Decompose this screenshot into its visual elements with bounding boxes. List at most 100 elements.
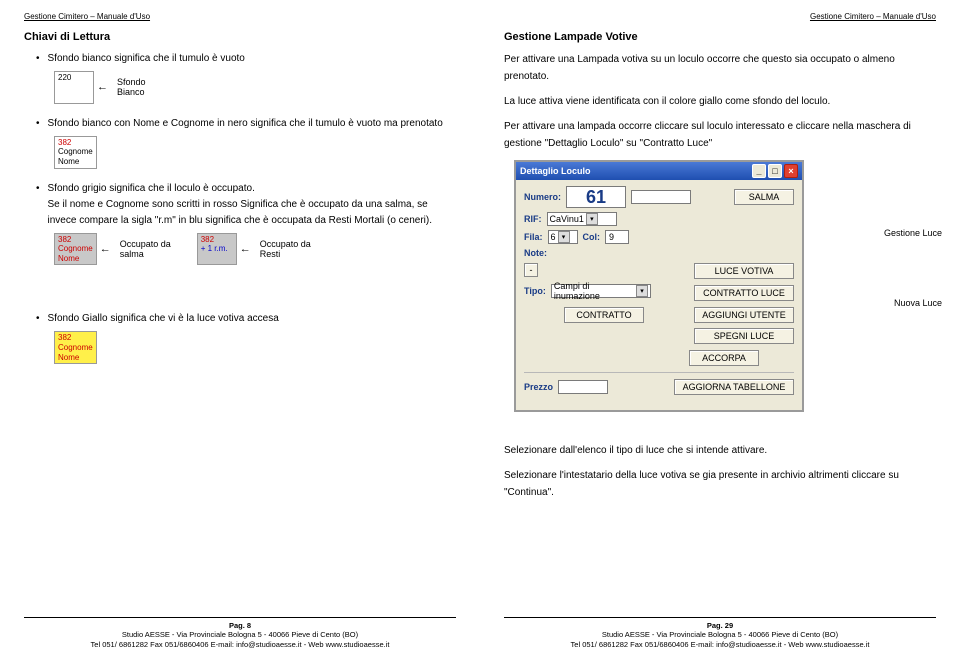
bullet-3-p2: Se il nome e Cognome sono scritti in ros… <box>48 199 433 226</box>
chevron-down-icon[interactable]: ▾ <box>586 213 598 225</box>
paragraph-3: Per attivare una lampada occorre cliccar… <box>504 118 936 152</box>
cell-yellow: 382 Cognome Nome <box>54 331 97 364</box>
dialog-body: Numero: 61 SALMA RIF: CaVinu1 ▾ <box>516 180 802 410</box>
footer-line2: Studio AESSE - Via Provinciale Bologna 5… <box>602 630 838 639</box>
bullet-item-2: • Sfondo bianco con Nome e Cognome in ne… <box>36 116 456 132</box>
aggiorna-tabellone-button[interactable]: AGGIORNA TABELLONE <box>674 379 794 395</box>
footer-left: Pag. 8 Studio AESSE - Via Provinciale Bo… <box>24 617 456 649</box>
paragraph-4: Selezionare dall'elenco il tipo di luce … <box>504 442 936 459</box>
contratto-button[interactable]: CONTRATTO <box>564 307 644 323</box>
chevron-down-icon[interactable]: ▾ <box>636 285 648 297</box>
fila-select[interactable]: 6 ▾ <box>548 230 578 244</box>
dettaglio-loculo-dialog: Dettaglio Loculo _ □ × Numero: 61 SALMA <box>514 160 804 412</box>
numero-label: Numero: <box>524 192 561 202</box>
cell-nome: Nome <box>58 254 79 263</box>
cell-rm: + 1 r.m. <box>201 244 228 253</box>
cell-label-line2: Bianco <box>117 87 145 97</box>
cell-nome: Nome <box>58 157 79 166</box>
fila-label: Fila: <box>524 232 543 242</box>
header-right: Gestione Cimitero – Manuale d'Uso <box>504 12 936 21</box>
chevron-down-icon[interactable]: ▾ <box>558 231 570 243</box>
tipo-value: Campi di inumazione <box>554 281 634 301</box>
cell-num: 220 <box>58 73 71 82</box>
page-left: Gestione Cimitero – Manuale d'Uso Chiavi… <box>0 0 480 657</box>
dialog-title: Dettaglio Loculo <box>520 166 591 176</box>
cell-num: 382 <box>58 138 71 147</box>
cell-nome: Nome <box>58 353 79 362</box>
cell-grey-resti: 382 + 1 r.m. <box>197 233 237 266</box>
example-row-1: 220 Sfondo Bianco <box>54 71 456 104</box>
side-note-nuova-luce: Nuova Luce <box>894 298 942 309</box>
arrow-icon <box>97 243 114 255</box>
bullet-text-4: Sfondo Giallo significa che vi è la luce… <box>48 311 456 327</box>
bullet-icon: • <box>36 181 40 197</box>
chapter-title-right: Gestione Lampade Votive <box>504 31 936 43</box>
numero-field2[interactable] <box>631 190 691 204</box>
prezzo-label: Prezzo <box>524 382 553 392</box>
bullet-text-2: Sfondo bianco con Nome e Cognome in nero… <box>48 116 456 132</box>
salma-button[interactable]: SALMA <box>734 189 794 205</box>
cell-white-named: 382 Cognome Nome <box>54 136 97 169</box>
cell-label-1: Sfondo Bianco <box>117 77 146 97</box>
page-number: Pag. 8 <box>229 621 251 630</box>
content-right: Gestione Lampade Votive Per attivare una… <box>504 31 936 617</box>
maximize-button[interactable]: □ <box>768 164 782 178</box>
cell-cognome: Cognome <box>58 343 93 352</box>
tipo-select[interactable]: Campi di inumazione ▾ <box>551 284 651 298</box>
footer-right: Pag. 29 Studio AESSE - Via Provinciale B… <box>504 617 936 649</box>
footer-line2: Studio AESSE - Via Provinciale Bologna 5… <box>122 630 358 639</box>
rif-label: RIF: <box>524 214 542 224</box>
chapter-title-left: Chiavi di Lettura <box>24 31 456 43</box>
bullet-item-3: • Sfondo grigio significa che il loculo … <box>36 181 456 229</box>
content-left: Chiavi di Lettura • Sfondo bianco signif… <box>24 31 456 617</box>
page-number: Pag. 29 <box>707 621 733 630</box>
paragraph-1: Per attivare una Lampada votiva su un lo… <box>504 51 936 85</box>
tipo-label: Tipo: <box>524 286 546 296</box>
cell-cognome: Cognome <box>58 147 93 156</box>
cell-label-3a: Occupato da salma <box>120 239 171 259</box>
col-label: Col: <box>583 232 601 242</box>
side-note-gestione-luce: Gestione Luce <box>884 228 942 239</box>
footer-line3: Tel 051/ 6861282 Fax 051/6860406 E-mail:… <box>91 640 390 649</box>
bullet-text-3: Sfondo grigio significa che il loculo è … <box>48 181 456 229</box>
aggiungi-utente-button[interactable]: AGGIUNGI UTENTE <box>694 307 794 323</box>
rif-select[interactable]: CaVinu1 ▾ <box>547 212 617 226</box>
cell-white: 220 <box>54 71 94 104</box>
example-row-3: 382 Cognome Nome Occupato da salma 382 +… <box>54 233 456 266</box>
cell-grey-salma: 382 Cognome Nome <box>54 233 97 266</box>
bullet-item-1: • Sfondo bianco significa che il tumulo … <box>36 51 456 67</box>
spegni-luce-button[interactable]: SPEGNI LUCE <box>694 328 794 344</box>
example-row-2: 382 Cognome Nome <box>54 136 456 169</box>
arrow-icon <box>94 81 111 93</box>
accorpa-button[interactable]: ACCORPA <box>689 350 759 366</box>
arrow-icon <box>237 243 254 255</box>
numero-field[interactable]: 61 <box>566 186 626 208</box>
cell-num: 382 <box>58 235 71 244</box>
paragraph-2: La luce attiva viene identificata con il… <box>504 93 936 110</box>
bullet-icon: • <box>36 116 40 132</box>
col-field[interactable]: 9 <box>605 230 629 244</box>
cell-cognome: Cognome <box>58 244 93 253</box>
header-left: Gestione Cimitero – Manuale d'Uso <box>24 12 456 21</box>
prezzo-field[interactable] <box>558 380 608 394</box>
bullet-3-p1: Sfondo grigio significa che il loculo è … <box>48 183 255 194</box>
bullet-icon: • <box>36 51 40 67</box>
page-right: Gestione Cimitero – Manuale d'Uso Gestio… <box>480 0 960 657</box>
footer-line3: Tel 051/ 6861282 Fax 051/6860406 E-mail:… <box>571 640 870 649</box>
bullet-text-1: Sfondo bianco significa che il tumulo è … <box>48 51 456 67</box>
luce-votiva-button[interactable]: LUCE VOTIVA <box>694 263 794 279</box>
minimize-button[interactable]: _ <box>752 164 766 178</box>
bullet-item-4: • Sfondo Giallo significa che vi è la lu… <box>36 311 456 327</box>
paragraph-5: Selezionare l'intestatario della luce vo… <box>504 467 936 501</box>
cell-num: 382 <box>201 235 214 244</box>
note-label: Note: <box>524 248 547 258</box>
close-button[interactable]: × <box>784 164 798 178</box>
bullet-icon: • <box>36 311 40 327</box>
contratto-luce-button[interactable]: CONTRATTO LUCE <box>694 285 794 301</box>
example-row-4: 382 Cognome Nome <box>54 331 456 364</box>
note-expand-button[interactable]: - <box>524 263 538 277</box>
cell-label-line1: Sfondo <box>117 77 146 87</box>
fila-value: 6 <box>551 232 556 242</box>
dialog-titlebar[interactable]: Dettaglio Loculo _ □ × <box>516 162 802 180</box>
cell-label-3b: Occupato da Resti <box>260 239 311 259</box>
